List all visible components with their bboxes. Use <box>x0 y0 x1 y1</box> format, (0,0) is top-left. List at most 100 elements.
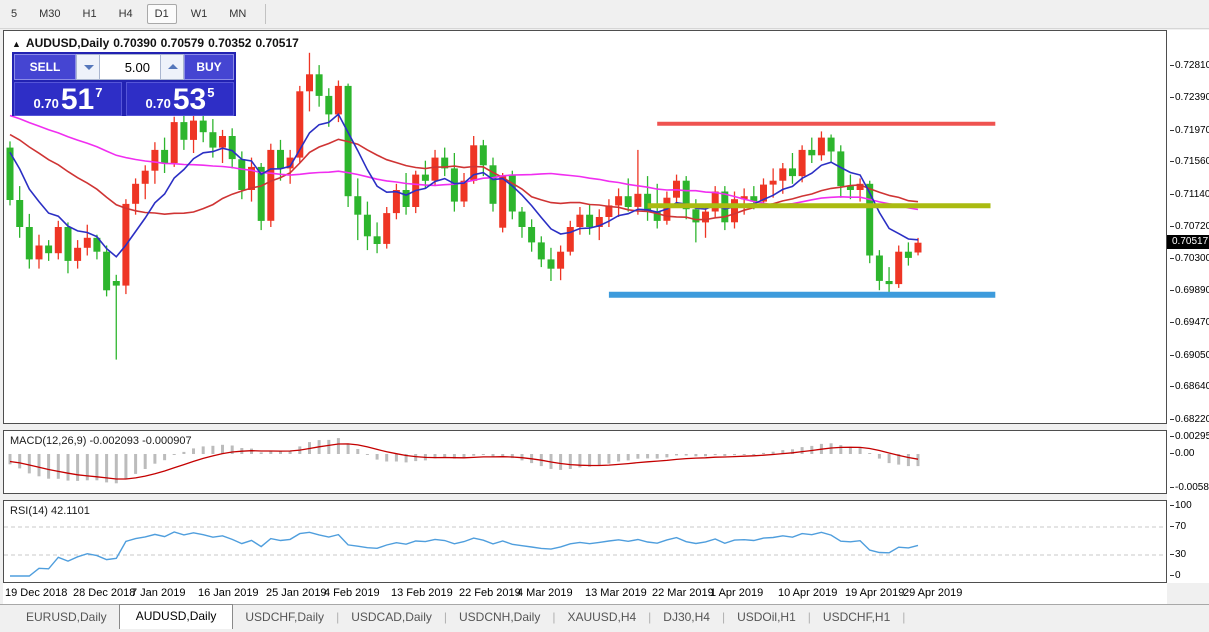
macd-histogram-bar <box>675 454 678 455</box>
macd-histogram-bar <box>337 438 340 454</box>
candle <box>576 215 583 227</box>
value-axis-column[interactable]: 0.728100.723900.719700.715600.711400.707… <box>1167 30 1209 583</box>
macd-histogram-bar <box>28 454 31 473</box>
macd-histogram-bar <box>144 454 147 469</box>
macd-histogram-bar <box>366 454 369 455</box>
candle <box>36 246 43 260</box>
chart-tab-dj30-h4[interactable]: DJ30,H4 <box>651 605 722 624</box>
timeframe-button-mn[interactable]: MN <box>221 4 254 24</box>
candle <box>335 86 342 115</box>
date-axis-label: 7 Jan 2019 <box>131 587 185 599</box>
candle <box>132 184 139 204</box>
macd-histogram-bar <box>665 454 668 457</box>
timeframe-button-m30[interactable]: M30 <box>31 4 68 24</box>
macd-histogram-bar <box>211 446 214 454</box>
date-axis-label: 22 Feb 2019 <box>459 587 521 599</box>
candle <box>74 248 81 261</box>
rsi-axis-label: 30 <box>1170 549 1186 560</box>
macd-histogram-bar <box>482 454 485 455</box>
macd-histogram-bar <box>617 454 620 462</box>
timeframe-button-h1[interactable]: H1 <box>75 4 105 24</box>
axis-tick <box>1170 505 1174 506</box>
macd-histogram-bar <box>762 453 765 454</box>
macd-histogram-bar <box>347 444 350 455</box>
candle <box>113 281 120 286</box>
axis-tick <box>1170 526 1174 527</box>
sell-price-prefix: 0.70 <box>34 96 59 111</box>
chart-tab-xauusd-h4[interactable]: XAUUSD,H4 <box>555 605 648 624</box>
rsi-axis-label: 100 <box>1170 500 1192 511</box>
macd-histogram-bar <box>57 454 60 479</box>
macd-histogram-bar <box>192 448 195 454</box>
sell-price-tile[interactable]: 0.70517 <box>14 82 122 116</box>
collapse-panel-icon[interactable]: ▲ <box>12 39 21 49</box>
main-chart-panel[interactable]: ▲AUDUSD,Daily0.703900.705790.703520.7051… <box>3 30 1167 424</box>
trading-platform-window: 5M30H1H4D1W1MN ▲AUDUSD,Daily0.703900.705… <box>0 0 1209 632</box>
timeframe-button-w1[interactable]: W1 <box>183 4 216 24</box>
timeframe-button-d1[interactable]: D1 <box>147 4 177 24</box>
macd-indicator-panel[interactable]: MACD(12,26,9) -0.002093 -0.000907 <box>3 430 1167 494</box>
candle <box>557 252 564 269</box>
macd-histogram-bar <box>47 454 50 479</box>
axis-tick <box>1170 258 1174 259</box>
ohlc-close: 0.70517 <box>255 36 298 50</box>
chart-tab-usdcnh-daily[interactable]: USDCNH,Daily <box>447 605 552 624</box>
date-axis-label: 10 Apr 2019 <box>778 587 837 599</box>
price-axis-label: 0.72810 <box>1170 60 1209 71</box>
macd-histogram-bar <box>839 445 842 454</box>
volume-input[interactable]: 5.00 <box>100 54 160 80</box>
candle <box>16 200 23 227</box>
macd-histogram-bar <box>694 454 697 456</box>
rsi-plot[interactable] <box>4 501 1166 582</box>
volume-increase-button[interactable] <box>160 54 184 80</box>
macd-histogram-bar <box>356 449 359 454</box>
macd-histogram-bar <box>153 454 156 464</box>
macd-histogram-bar <box>752 454 755 455</box>
date-axis[interactable]: 19 Dec 201828 Dec 20187 Jan 201916 Jan 2… <box>3 583 1167 604</box>
axis-tick <box>1170 386 1174 387</box>
macd-histogram-bar <box>492 454 495 457</box>
timeframe-button-5[interactable]: 5 <box>3 4 25 24</box>
macd-histogram-bar <box>67 454 70 481</box>
candle <box>634 194 641 207</box>
timeframe-button-h4[interactable]: H4 <box>111 4 141 24</box>
sell-price-main: 51 <box>61 86 94 114</box>
macd-histogram-bar <box>182 452 185 454</box>
axis-tick <box>1170 322 1174 323</box>
rsi-label: RSI(14) 42.1101 <box>10 505 90 517</box>
candle <box>799 150 806 176</box>
candle <box>267 150 274 221</box>
macd-histogram-bar <box>559 454 562 470</box>
macd-histogram-bar <box>260 452 263 454</box>
chart-tab-usdchf-h1[interactable]: USDCHF,H1 <box>811 605 902 624</box>
candle <box>26 227 33 259</box>
axis-tick <box>1170 355 1174 356</box>
rsi-indicator-panel[interactable]: RSI(14) 42.1101 <box>3 500 1167 583</box>
date-axis-label: 13 Feb 2019 <box>391 587 453 599</box>
candle <box>895 252 902 284</box>
volume-decrease-button[interactable] <box>76 54 100 80</box>
buy-price-tile[interactable]: 0.70535 <box>126 82 234 116</box>
candle <box>180 122 187 140</box>
chart-tab-audusd-daily[interactable]: AUDUSD,Daily <box>119 604 234 629</box>
chart-tab-usdcad-daily[interactable]: USDCAD,Daily <box>339 605 444 624</box>
candle <box>432 158 439 181</box>
chart-tab-usdchf-daily[interactable]: USDCHF,Daily <box>233 605 336 624</box>
date-axis-label: 4 Feb 2019 <box>324 587 380 599</box>
chart-tab-usdoil-h1[interactable]: USDOil,H1 <box>725 605 808 624</box>
date-axis-label: 4 Mar 2019 <box>517 587 573 599</box>
axis-tick <box>1170 419 1174 420</box>
macd-histogram-bar <box>569 454 572 469</box>
chart-symbol-label: AUDUSD,Daily <box>26 36 109 50</box>
buy-button[interactable]: BUY <box>184 54 234 80</box>
sell-button[interactable]: SELL <box>14 54 76 80</box>
axis-tick <box>1170 290 1174 291</box>
date-axis-label: 16 Jan 2019 <box>198 587 259 599</box>
macd-histogram-bar <box>376 454 379 460</box>
price-axis-label: 0.70300 <box>1170 253 1209 264</box>
axis-tick <box>1170 65 1174 66</box>
candle <box>229 136 236 159</box>
one-click-trading-panel: SELL 5.00 BUY 0.70517 0.70535 <box>12 52 236 116</box>
chart-tab-eurusd-daily[interactable]: EURUSD,Daily <box>14 605 119 624</box>
macd-histogram-bar <box>134 454 137 474</box>
